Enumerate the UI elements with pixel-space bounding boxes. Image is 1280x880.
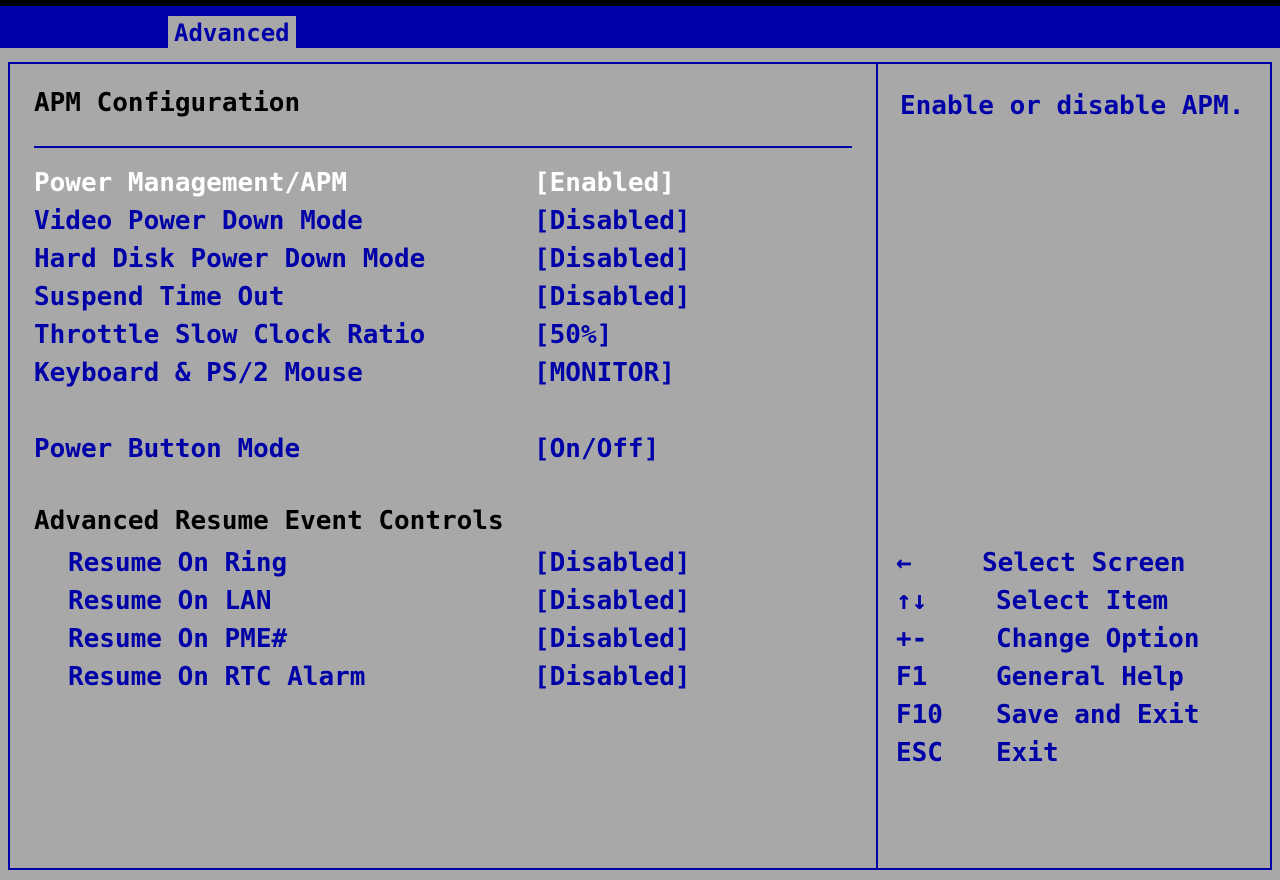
setting-power-button-mode[interactable]: Power Button Mode [On/Off] [34, 430, 659, 468]
plus-minus-icon: +- [896, 624, 928, 654]
key-desc: Select Item [996, 586, 1169, 616]
key-desc: Save and Exit [996, 700, 1200, 730]
tab-advanced[interactable]: Advanced [168, 16, 296, 50]
setting-value[interactable]: [Disabled] [534, 240, 691, 278]
arrow-up-down-icon: ↑↓ [896, 586, 928, 616]
key-hint-general-help: F1 General Help [896, 658, 1184, 696]
key-label: F1 [896, 662, 928, 692]
setting-keyboard-ps2-mouse[interactable]: Keyboard & PS/2 Mouse [MONITOR] [34, 354, 675, 392]
setting-resume-on-rtc-alarm[interactable]: Resume On RTC Alarm [Disabled] [68, 658, 691, 696]
key-desc: Change Option [996, 624, 1200, 654]
setting-label: Hard Disk Power Down Mode [34, 244, 426, 274]
setting-resume-on-pme[interactable]: Resume On PME# [Disabled] [68, 620, 691, 658]
setting-label: Throttle Slow Clock Ratio [34, 320, 426, 350]
setting-value[interactable]: [Disabled] [534, 582, 691, 620]
key-hint-save-and-exit: F10 Save and Exit [896, 696, 1200, 734]
setting-value[interactable]: [Disabled] [534, 202, 691, 240]
setting-label: Resume On Ring [68, 548, 288, 578]
key-label: F10 [896, 700, 943, 730]
title-divider [34, 146, 852, 148]
arrow-left-icon: ← [896, 548, 912, 578]
menu-bar: Advanced [0, 0, 1280, 50]
setting-resume-on-ring[interactable]: Resume On Ring [Disabled] [68, 544, 691, 582]
key-desc: Select Screen [982, 548, 1186, 578]
setting-label: Power Button Mode [34, 434, 301, 464]
key-label: ESC [896, 738, 943, 768]
setting-resume-on-lan[interactable]: Resume On LAN [Disabled] [68, 582, 691, 620]
setting-throttle-slow-clock-ratio[interactable]: Throttle Slow Clock Ratio [50%] [34, 316, 612, 354]
setting-value[interactable]: [Disabled] [534, 544, 691, 582]
key-desc: Exit [996, 738, 1059, 768]
key-hint-exit: ESC Exit [896, 734, 1059, 772]
setting-label: Resume On LAN [68, 586, 272, 616]
setting-value[interactable]: [MONITOR] [534, 354, 675, 392]
key-hint-select-item: ↑↓ Select Item [896, 582, 1168, 620]
resume-group-title: Advanced Resume Event Controls [34, 506, 504, 536]
setting-label: Video Power Down Mode [34, 206, 363, 236]
panel-divider [876, 62, 878, 870]
setting-label: Resume On RTC Alarm [68, 662, 366, 692]
key-desc: General Help [996, 662, 1184, 692]
key-hint-change-option: +- Change Option [896, 620, 1200, 658]
setting-value[interactable]: [Disabled] [534, 620, 691, 658]
bios-screen: Advanced APM Configuration Power Managem… [0, 0, 1280, 880]
setting-hard-disk-power-down-mode[interactable]: Hard Disk Power Down Mode [Disabled] [34, 240, 691, 278]
setting-label: Power Management/APM [34, 168, 348, 198]
setting-video-power-down-mode[interactable]: Video Power Down Mode [Disabled] [34, 202, 691, 240]
help-text: Enable or disable APM. [900, 91, 1245, 121]
setting-suspend-time-out[interactable]: Suspend Time Out [Disabled] [34, 278, 691, 316]
page-title: APM Configuration [34, 88, 301, 118]
setting-label: Resume On PME# [68, 624, 288, 654]
setting-value[interactable]: [50%] [534, 316, 612, 354]
setting-power-management-apm[interactable]: Power Management/APM [Enabled] [34, 164, 675, 202]
setting-value[interactable]: [On/Off] [534, 430, 659, 468]
setting-value[interactable]: [Enabled] [534, 164, 675, 202]
setting-label: Suspend Time Out [34, 282, 285, 312]
setting-label: Keyboard & PS/2 Mouse [34, 358, 363, 388]
setting-value[interactable]: [Disabled] [534, 658, 691, 696]
key-hint-select-screen: ← Select Screen [896, 544, 1186, 582]
setting-value[interactable]: [Disabled] [534, 278, 691, 316]
